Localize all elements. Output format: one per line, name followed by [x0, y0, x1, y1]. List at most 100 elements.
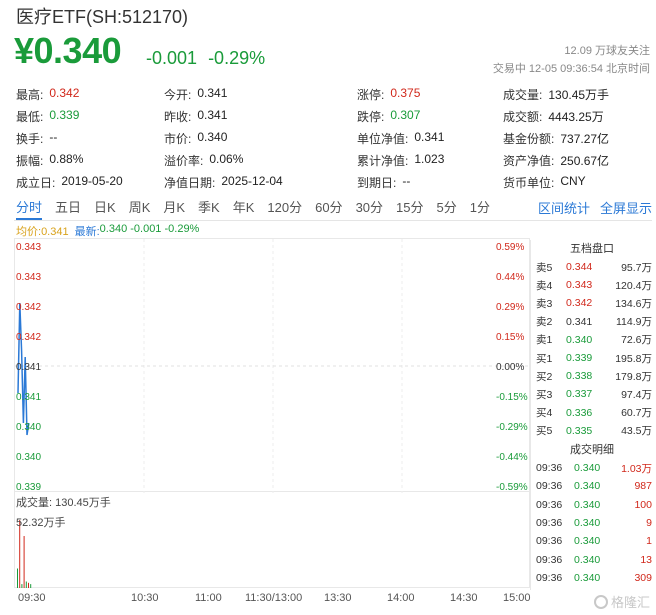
order-book-volume: 72.6万: [621, 334, 652, 347]
stats-row: 最低: 0.339 昨收: 0.341 跌停: 0.307 成交额: 4443.25万: [16, 105, 646, 127]
stat-label: 净值日期:: [164, 175, 216, 190]
watermark: 格隆汇: [593, 592, 650, 611]
y-axis-label-right: 0.44%: [496, 272, 525, 283]
y-axis-label-left: 0.343: [16, 272, 42, 283]
y-axis-label-left: 0.340: [16, 422, 42, 433]
order-book-row: 卖1 0.340 72.6万: [532, 331, 652, 349]
x-axis-label: 11:30/13:00: [245, 592, 303, 604]
trade-detail-title: 成交明细: [570, 443, 614, 456]
trade-time: 09:36: [536, 516, 563, 529]
stat-label: 基金份额:: [503, 131, 555, 146]
stat-value: 737.27亿: [560, 131, 610, 146]
tab-3[interactable]: 周K: [129, 198, 151, 220]
stat-item: 最高: 0.342: [16, 86, 164, 103]
tab-1[interactable]: 五日: [55, 198, 81, 220]
tab-5[interactable]: 季K: [198, 198, 220, 220]
trade-price: 0.340: [574, 480, 601, 493]
order-book-level: 卖2: [536, 316, 553, 329]
x-axis-label: 15:00: [503, 592, 531, 604]
trade-price: 0.340: [574, 516, 601, 529]
stat-value: 0.341: [414, 129, 445, 144]
order-book-price: 0.338: [566, 370, 593, 383]
stat-label: 振幅:: [16, 153, 44, 168]
tab-8[interactable]: 60分: [315, 198, 342, 220]
tab-0[interactable]: 分时: [16, 198, 43, 220]
x-axis-label: 09:30: [18, 592, 46, 604]
change-percent: -0.29%: [208, 48, 266, 68]
y-axis-label-left: 0.343: [16, 242, 42, 253]
stat-label: 跌停:: [357, 109, 385, 124]
tab-10[interactable]: 15分: [396, 198, 423, 220]
order-book-row: 卖2 0.341 114.9万: [532, 313, 652, 331]
range-stats-button[interactable]: 区间统计: [538, 198, 590, 220]
y-axis-label-right: -0.44%: [496, 452, 528, 463]
stat-item: 溢价率: 0.06%: [164, 152, 357, 169]
stat-value: 2025-12-04: [221, 173, 283, 188]
order-book-volume: 95.7万: [621, 261, 652, 274]
trade-volume: 1: [646, 535, 652, 548]
stats-row: 成立日: 2019-05-20 净值日期: 2025-12-04 到期日: -- 货币单位:…: [16, 171, 646, 193]
trade-time: 09:36: [536, 462, 563, 475]
order-book-panel: 五档盘口 卖5 0.344 95.7万 卖4 0.343 120.4万 卖3 0.342 134…: [532, 240, 652, 587]
brand-logo-icon: [593, 594, 608, 609]
stat-value: 250.67亿: [560, 153, 610, 168]
stat-item: 净值日期: 2025-12-04: [164, 174, 357, 191]
y-axis-label-right: 0.59%: [496, 242, 525, 253]
stat-value: 0.307: [390, 107, 421, 122]
order-book-row: 买1 0.339 195.8万: [532, 349, 652, 367]
stat-value: 2019-05-20: [61, 173, 123, 188]
stat-label: 到期日:: [357, 175, 397, 190]
tab-12[interactable]: 1分: [470, 198, 490, 220]
fund-title: 医疗ETF(SH:512170): [16, 7, 189, 27]
order-book-price: 0.344: [566, 261, 593, 274]
fullscreen-button[interactable]: 全屏显示: [600, 198, 652, 220]
divider: [14, 220, 652, 221]
stat-label: 资产净值:: [503, 153, 555, 168]
order-book-price: 0.342: [566, 297, 593, 310]
volume-bar: [17, 568, 18, 588]
stat-item: 单位净值: 0.341: [357, 130, 503, 147]
order-book-level: 买1: [536, 352, 553, 365]
trade-volume: 100: [634, 498, 652, 511]
stat-item: 成交量: 130.45万手: [503, 86, 646, 103]
stats-row: 振幅: 0.88% 溢价率: 0.06% 累计净值: 1.023 资产净值: 250.67亿: [16, 149, 646, 171]
tab-7[interactable]: 120分: [267, 198, 302, 220]
tab-6[interactable]: 年K: [233, 198, 255, 220]
tab-4[interactable]: 月K: [163, 198, 185, 220]
order-book-row: 买4 0.336 60.7万: [532, 404, 652, 422]
quote-stats-grid: 最高: 0.342 今开: 0.341 涨停: 0.375 成交量: 130.45万手 最低: 0…: [16, 83, 646, 193]
y-axis-label-right: 0.00%: [496, 362, 525, 373]
y-axis-label-left: 0.342: [16, 332, 42, 343]
stat-label: 昨收:: [164, 109, 192, 124]
stat-value: --: [49, 129, 58, 144]
order-book-volume: 120.4万: [615, 279, 652, 292]
stat-label: 成立日:: [16, 175, 56, 190]
order-book-row: 买5 0.335 43.5万: [532, 422, 652, 440]
intraday-chart[interactable]: [14, 238, 531, 493]
x-axis-label: 14:00: [387, 592, 415, 604]
tab-2[interactable]: 日K: [94, 198, 116, 220]
x-axis-label: 14:30: [450, 592, 478, 604]
y-axis-label-left: 0.341: [16, 362, 42, 373]
order-book-level: 卖4: [536, 279, 553, 292]
x-axis-label: 13:30: [324, 592, 352, 604]
trade-volume: 13: [640, 553, 652, 566]
stat-item: 累计净值: 1.023: [357, 152, 503, 169]
stat-item: 振幅: 0.88%: [16, 152, 164, 169]
stat-value: 0.88%: [49, 151, 84, 166]
stat-value: 0.341: [197, 107, 228, 122]
trade-detail-row: 09:36 0.340 987: [532, 477, 652, 495]
stat-label: 涨停:: [357, 87, 385, 102]
stat-item: 昨收: 0.341: [164, 108, 357, 125]
price-chart-svg: [15, 239, 531, 493]
latest-value: 0.340 -0.001 -0.29%: [99, 223, 200, 235]
current-price: ¥0.340: [14, 30, 122, 71]
order-book-volume: 60.7万: [621, 407, 652, 420]
trade-detail-row: 09:36 0.340 13: [532, 550, 652, 568]
trade-time: 09:36: [536, 480, 563, 493]
order-book-row: 买2 0.338 179.8万: [532, 367, 652, 385]
chart-legend: 均价:0.341 最新: 0.340 -0.001 -0.29%: [16, 223, 199, 239]
tab-11[interactable]: 5分: [437, 198, 457, 220]
tab-9[interactable]: 30分: [356, 198, 383, 220]
y-axis-label-right: -0.15%: [496, 392, 528, 403]
